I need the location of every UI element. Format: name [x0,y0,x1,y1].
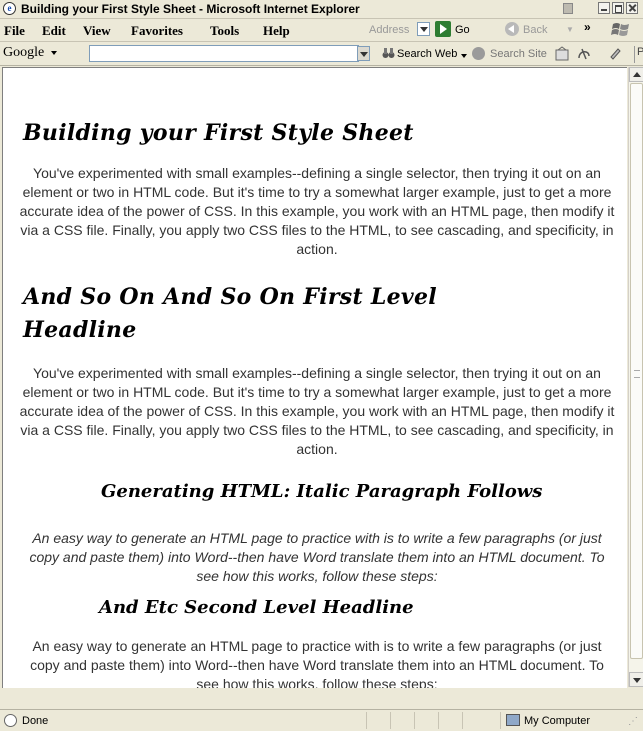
menu-bar: File Edit View Favorites Tools Help Addr… [0,19,643,42]
scroll-down-icon[interactable] [629,672,643,687]
menu-tools[interactable]: Tools [210,23,239,39]
vertical-scrollbar[interactable] [628,67,643,687]
autolink-icon[interactable] [577,46,591,61]
browser-window: e Building your First Style Sheet - Micr… [0,0,643,731]
status-divider [500,712,501,729]
menu-file[interactable]: File [4,23,25,39]
window-title: Building your First Style Sheet - Micros… [21,2,360,16]
page-content: Building your First Style Sheet You've e… [2,67,627,688]
toolbar-overflow-button[interactable]: » [584,20,591,34]
menu-view[interactable]: View [83,23,111,39]
status-divider [438,712,439,729]
scroll-up-icon[interactable] [629,67,643,82]
page-rank-icon[interactable] [555,46,569,61]
thumb-grip-icon [634,370,640,378]
page-heading-1: Building your First Style Sheet [23,120,414,146]
resize-grip-icon[interactable]: ⋰ [628,716,638,727]
paragraph-2: You've experimented with small examples-… [19,365,615,457]
status-divider [462,712,463,729]
page-button[interactable]: Pa [634,46,643,63]
address-dropdown[interactable] [417,22,430,36]
google-logo[interactable]: Google [3,45,44,61]
search-site-button[interactable]: Search Site [490,48,547,60]
subheading-2: And Etc Second Level Headline [99,597,414,618]
binoculars-icon [382,48,395,58]
scroll-thumb[interactable] [630,83,643,659]
subheading-1: Generating HTML: Italic Paragraph Follow… [101,481,543,502]
status-divider [390,712,391,729]
status-text: Done [22,715,49,727]
google-search-dropdown[interactable] [357,46,370,61]
search-site-icon [472,47,485,60]
paragraph-4: An easy way to generate an HTML page to … [30,638,604,688]
google-menu-dropdown-icon[interactable] [51,51,57,55]
google-search-input[interactable] [89,45,359,62]
address-label: Address [369,24,410,36]
search-web-dropdown-icon[interactable] [461,54,467,58]
zone-text: My Computer [524,715,591,727]
paragraph-1: You've experimented with small examples-… [19,165,615,257]
close-button[interactable] [626,2,638,14]
go-button[interactable]: Go [455,24,470,36]
google-toolbar: Google Search Web Search Site Pa [0,42,643,66]
menu-favorites[interactable]: Favorites [131,23,183,39]
status-bar: Done My Computer ⋰ [0,709,643,731]
search-web-button[interactable]: Search Web [397,48,457,60]
status-divider [366,712,367,729]
back-arrow-icon[interactable] [505,22,519,36]
page-heading-2: And So On And So On First Level Headline [23,284,437,343]
menu-help[interactable]: Help [263,23,290,39]
highlight-icon[interactable] [608,46,622,61]
paragraph-3: An easy way to generate an HTML page to … [29,530,605,584]
minimize-button[interactable] [598,2,610,14]
title-bar: e Building your First Style Sheet - Micr… [0,0,643,19]
maximize-button[interactable] [612,2,624,14]
back-dropdown-icon[interactable]: ▼ [566,25,574,34]
back-button[interactable]: Back [523,24,547,36]
status-divider [414,712,415,729]
page-done-icon [4,714,17,727]
help-icon[interactable] [563,3,573,14]
ie-page-icon: e [3,2,16,15]
windows-logo-icon [611,23,629,36]
computer-icon [506,714,520,726]
go-arrow-icon[interactable] [435,21,451,37]
menu-edit[interactable]: Edit [42,23,66,39]
